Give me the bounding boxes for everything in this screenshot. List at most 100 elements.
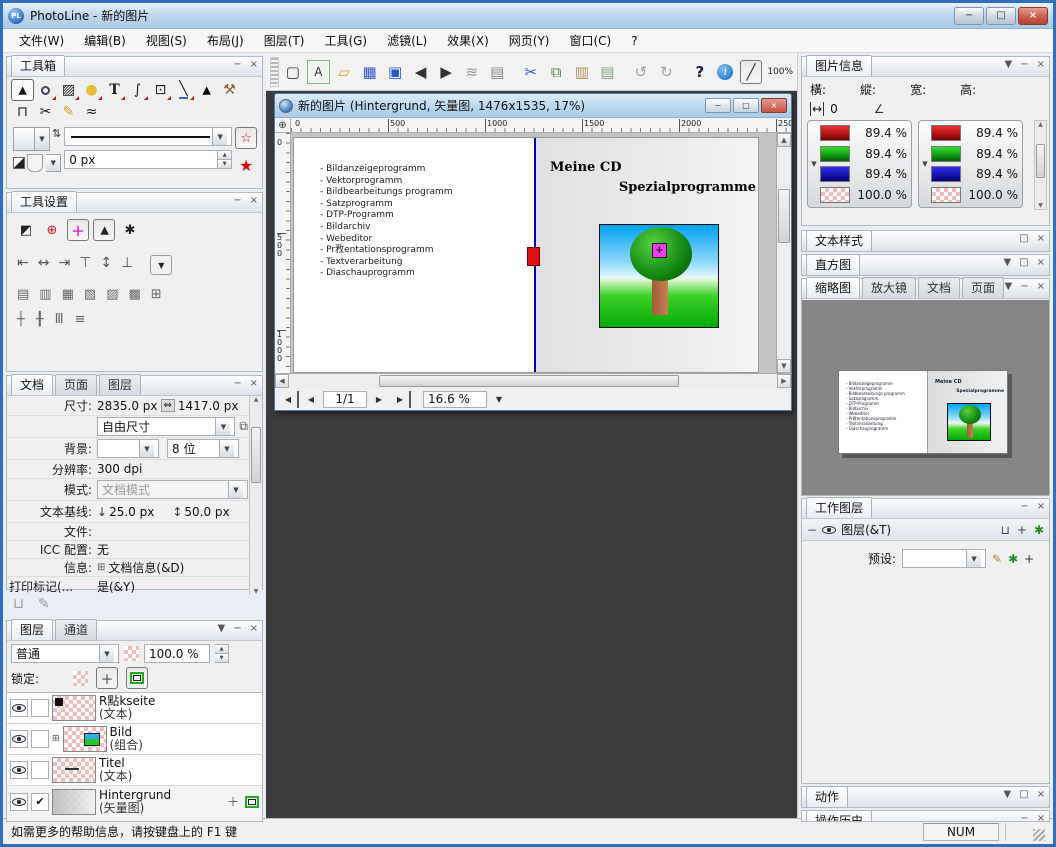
zoom-tool[interactable] [34,79,57,101]
scroll-down-icon[interactable]: ▼ [250,588,262,595]
baseline-spacing-value[interactable]: 50.0 px [184,505,229,519]
readout-source-dropdown[interactable]: ▼ [808,121,820,207]
new-text-document-icon[interactable]: A [307,60,330,84]
print-marks-value[interactable]: 是(&Y) [97,578,135,595]
tool-settings-tab[interactable]: 工具设置 [11,191,77,212]
scrollbar-thumb[interactable] [1036,144,1045,178]
size-preset-dropdown[interactable]: ▼ [215,418,230,435]
layer-visible-toggle[interactable] [10,793,28,811]
histogram-menu-icon[interactable]: ▼ [1003,258,1011,268]
history-minimize-icon[interactable]: − [1020,814,1028,822]
paste-special-icon[interactable]: ▤ [596,60,619,84]
layer-visible-toggle[interactable] [10,699,28,717]
page-spread[interactable]: - Bildanzeigeprogramm - Vektorprogramm -… [293,137,759,373]
work-layer-row[interactable]: − 图层(&T) ⊔ + ✱ [802,519,1049,541]
scroll-up-icon[interactable]: ▲ [1035,121,1046,128]
zoom-dropdown[interactable]: ▼ [489,391,509,408]
new-document-icon[interactable]: ▢ [282,60,305,84]
close-button[interactable]: × [1018,7,1048,25]
actions-tab[interactable]: 动作 [806,786,848,807]
layer-select-checkbox[interactable] [31,699,49,717]
subline-text[interactable]: Spezialprogramme [619,180,756,195]
mini-color-pair-icon[interactable] [13,157,25,169]
menu-filter[interactable]: 滤镜(L) [377,29,437,52]
delete-icon[interactable]: ⊔ [13,596,24,612]
lock-frame-button[interactable] [126,667,148,689]
layer-row-hintergrund[interactable]: ✔ Hintergrund (矢量图) ＋ [7,786,262,817]
document-window[interactable]: 新的图片 (Hintergrund, 矢量图, 1476x1535, 17%) … [274,93,792,411]
last-page-button[interactable]: ▶ [391,391,411,408]
tab-layer[interactable]: 图层 [99,374,141,395]
vertical-scrollbar[interactable]: ▲ ▼ [776,133,791,373]
align-left-icon[interactable]: ⇤ [17,255,29,275]
doc-close-button[interactable]: × [761,98,787,113]
line-tool-icon[interactable]: ╱ [740,60,763,84]
pencil-tool[interactable]: ✎ [57,101,80,123]
text-style-tab[interactable]: 文本样式 [806,230,872,251]
snap-center-button[interactable]: ⊕ [41,219,63,241]
transform-mode-button[interactable]: ◩ [15,219,37,241]
align-top-icon[interactable]: ⊤ [79,255,91,275]
resize-grip[interactable] [1033,829,1045,841]
menu-tools[interactable]: 工具(G) [314,29,377,52]
background-dropdown[interactable]: ▼ [139,440,154,457]
settings-gear-button[interactable]: ✱ [119,219,141,241]
undo-icon[interactable]: ↺ [630,60,653,84]
tab-doc[interactable]: 文档 [918,277,960,298]
zoom-indicator[interactable]: 16.6 % [423,391,487,408]
toolbox-minimize-icon[interactable]: − [233,60,241,70]
histogram-tab[interactable]: 直方图 [806,254,860,275]
histogram-close-icon[interactable]: × [1037,258,1045,268]
document-panel-scrollbar[interactable]: ▲ ▼ [249,396,262,595]
menu-layer[interactable]: 图层(T) [254,29,315,52]
scroll-left-icon[interactable]: ◀ [279,377,284,385]
copy-icon[interactable]: ⧉ [545,60,568,84]
distribute-3-icon[interactable]: ▦ [62,287,74,302]
work-layer-minimize-icon[interactable]: − [1020,502,1028,512]
tab-pages[interactable]: 页面 [962,277,1004,298]
work-layer-tab[interactable]: 工作图层 [806,497,872,518]
clamp-tool[interactable]: ⊓ [11,101,34,123]
image-info-close-icon[interactable]: × [1037,60,1045,70]
pointer-mode-button[interactable]: ▶ [93,219,115,241]
layer-settings-icon[interactable]: ✱ [1034,523,1044,537]
layer-select-checkbox[interactable] [31,730,49,748]
image-info-tab[interactable]: 图片信息 [806,55,872,76]
layer-select-checkbox[interactable] [31,761,49,779]
align-bottom-icon[interactable]: ⊥ [121,255,133,275]
distribute-4-icon[interactable]: ▧ [84,287,96,302]
actions-maximize-icon[interactable]: □ [1019,790,1028,800]
doc-restore-button[interactable]: □ [733,98,759,113]
text-style-maximize-icon[interactable]: □ [1019,234,1028,244]
selection-handle[interactable]: + [652,243,667,258]
menu-edit[interactable]: 编辑(B) [74,29,136,52]
next-page-button[interactable]: ▶ [369,391,389,408]
align-right-icon[interactable]: ⇥ [58,255,70,275]
scroll-down-icon[interactable]: ▼ [1035,202,1046,209]
scan-icon[interactable]: ≋ [460,60,483,84]
size-link-icon[interactable]: ⇔ [161,399,175,412]
image-info-minimize-icon[interactable]: − [1020,60,1028,70]
menu-help[interactable]: ? [621,31,647,51]
headline-text[interactable]: Meine CD [550,160,621,175]
delete-layer-icon[interactable]: ⊔ [1001,523,1010,537]
hammer-tool[interactable]: ⚒ [218,79,241,101]
preset-dropdown[interactable]: ▼ [966,550,981,567]
document-panel-minimize-icon[interactable]: − [233,379,241,389]
thumbnail-menu-icon[interactable]: ▼ [1005,282,1013,292]
toolbox-close-icon[interactable]: × [250,60,258,70]
layer-row-titel[interactable]: Titel (文本) [7,755,262,786]
first-page-button[interactable]: ◀ [279,391,299,408]
cut-icon[interactable]: ✂ [519,60,542,84]
menu-file[interactable]: 文件(W) [9,29,74,52]
info-value[interactable]: 文档信息(&D) [108,559,184,576]
image-info-menu-icon[interactable]: ▼ [1005,60,1013,70]
mask-tool[interactable]: ▨ [57,79,80,101]
measure-1-icon[interactable]: ┼ [17,312,25,327]
layer-thumbnail[interactable] [63,726,107,752]
prev-page-button[interactable]: ◀ [301,391,321,408]
baseline-offset-value[interactable]: 25.0 px [109,505,154,519]
scroll-right-icon[interactable]: ▶ [781,377,786,385]
open-icon[interactable]: ▱ [333,60,356,84]
info-icon[interactable]: i [714,60,737,84]
